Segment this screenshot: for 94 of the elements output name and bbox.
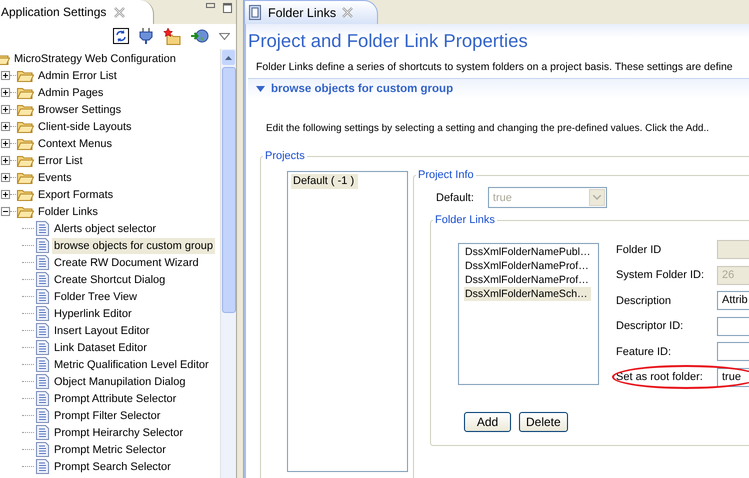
collapse-icon[interactable] [1, 207, 10, 216]
tree-item[interactable]: Events [36, 170, 74, 186]
field-label: Description [616, 294, 672, 307]
document-icon [36, 289, 49, 304]
document-icon [36, 459, 49, 474]
folder-icon [17, 103, 34, 116]
tree-item[interactable]: Create RW Document Wizard [52, 254, 201, 270]
group-label: Projects [264, 150, 306, 162]
folder-icon [17, 137, 34, 150]
field-label: Descriptor ID: [616, 320, 684, 332]
tree-item[interactable]: Export Formats [36, 186, 116, 202]
expand-icon[interactable] [1, 105, 10, 114]
project-list[interactable]: Default ( -1 ) [287, 171, 408, 472]
folder-icon [17, 69, 34, 82]
document-icon [36, 221, 49, 236]
document-icon [36, 323, 49, 338]
tree-item[interactable]: Object Manupilation Dialog [52, 374, 188, 390]
tree-item[interactable]: Error List [36, 152, 85, 168]
tree-item[interactable]: Link Dataset Editor [52, 340, 149, 356]
folder-icon [17, 171, 34, 184]
tree-item[interactable]: Metric Qualification Level Editor [52, 356, 211, 372]
document-icon [36, 425, 49, 440]
expand-icon[interactable] [1, 139, 10, 148]
scrollbar[interactable] [220, 49, 236, 478]
document-icon [249, 5, 262, 20]
expand-icon[interactable] [1, 156, 10, 165]
folder-icon [17, 86, 34, 99]
document-icon [36, 340, 49, 355]
expand-icon[interactable] [1, 190, 10, 199]
plug-icon[interactable] [139, 28, 153, 44]
folder-icon [17, 120, 34, 133]
globe-arrow-icon[interactable] [191, 29, 209, 43]
document-icon [36, 238, 49, 253]
description-text: Folder Links define a series of shortcuts to system folders on a project basis. These settings are define [255, 60, 734, 75]
expand-icon[interactable] [1, 122, 10, 131]
list-item[interactable]: DssXmlFolderNameProf… [464, 259, 592, 273]
input-field[interactable]: Attrib [717, 291, 749, 310]
minimize-icon[interactable] [206, 3, 215, 8]
close-icon[interactable] [114, 6, 126, 18]
tree-item[interactable]: Admin Error List [36, 68, 119, 84]
scroll-up-icon[interactable] [225, 56, 232, 60]
document-icon [36, 357, 49, 372]
folder-icon [17, 205, 34, 218]
expand-icon[interactable] [1, 71, 10, 80]
document-icon [36, 408, 49, 423]
list-item[interactable]: DssXmlFolderNameSch… [464, 287, 591, 301]
refresh-icon[interactable] [113, 28, 129, 44]
document-icon [36, 391, 49, 406]
folder-icon [17, 154, 34, 167]
document-icon [36, 442, 49, 457]
folder-icon [17, 188, 34, 201]
folder-link-list[interactable]: DssXmlFolderNamePubl… DssXmlFolderNameProf… DssXmlFolderNameProf… DssXmlFolderNameSch… [458, 243, 599, 385]
tree-item[interactable]: Admin Pages [36, 84, 106, 100]
list-item[interactable]: Default ( -1 ) [291, 174, 358, 189]
field-label: Set as root folder: [616, 371, 704, 384]
tree-item[interactable]: Prompt Metric Selector [52, 442, 168, 458]
document-icon [36, 374, 49, 389]
field-label: Folder ID [616, 244, 662, 256]
document-icon [36, 306, 49, 321]
collapse-arrow-icon[interactable] [256, 86, 265, 92]
tree-item[interactable]: Insert Layout Editor [52, 322, 152, 338]
list-item[interactable]: DssXmlFolderNamePubl… [464, 245, 594, 259]
tree-item[interactable]: Prompt Filter Selector [52, 408, 162, 424]
field-label: Feature ID: [616, 346, 672, 358]
close-icon[interactable] [342, 7, 354, 18]
new-folder-icon[interactable] [163, 27, 181, 45]
tree-item[interactable]: Create Shortcut Dialog [52, 272, 168, 288]
maximize-icon[interactable] [223, 3, 232, 13]
tree-item[interactable]: MicroStrategy Web Configuration [12, 50, 178, 66]
list-item[interactable]: DssXmlFolderNameProf… [464, 273, 592, 287]
tree-item[interactable]: Client-side Layouts [36, 118, 134, 134]
expand-icon[interactable] [1, 173, 10, 182]
instructions-text: Edit the following settings by selecting a setting and changing the pre-defined values. Click the Add.. [266, 122, 710, 136]
field-label: Default: [436, 192, 474, 204]
document-icon [36, 272, 49, 287]
tree-item[interactable]: Context Menus [36, 136, 114, 152]
field-label: System Folder ID: [616, 269, 706, 282]
document-icon [36, 255, 49, 270]
tree-item[interactable]: Folder Tree View [52, 288, 139, 304]
tree-item[interactable]: Browser Settings [36, 102, 124, 118]
tree-item[interactable]: Alerts object selector [52, 220, 158, 236]
action-button[interactable]: Add [464, 412, 511, 432]
tree-item[interactable]: browse objects for custom group [52, 238, 215, 254]
group-label: Folder Links [434, 214, 496, 226]
view-menu-icon[interactable] [219, 32, 230, 40]
expand-icon[interactable] [1, 88, 10, 97]
tree-item[interactable]: Hyperlink Editor [52, 306, 134, 322]
tree-item[interactable]: Prompt Attribute Selector [52, 390, 178, 406]
tree-item[interactable]: Prompt Heirarchy Selector [52, 424, 185, 440]
input-field[interactable]: true [717, 368, 749, 387]
tree-item[interactable]: Folder Links [36, 204, 100, 220]
tree-item[interactable]: Prompt Search Selector [52, 458, 173, 474]
action-button[interactable]: Delete [519, 412, 568, 432]
group-label: Project Info [417, 169, 475, 181]
